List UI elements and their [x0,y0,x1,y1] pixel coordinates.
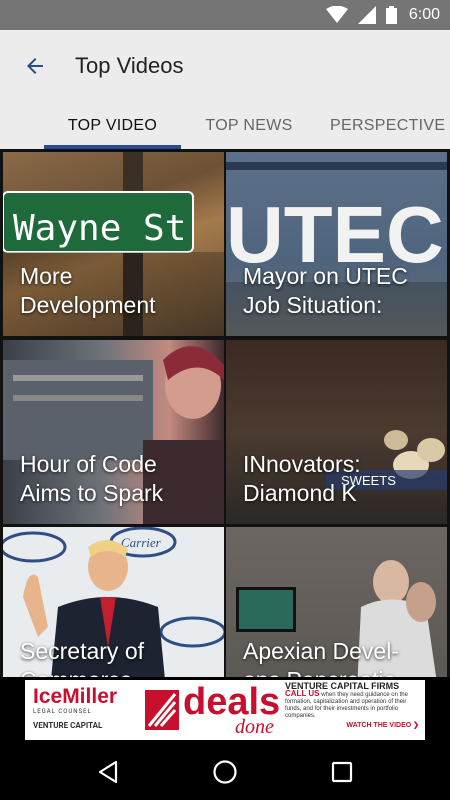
status-time: 6:00 [408,6,440,23]
battery-icon [385,6,397,24]
video-title: Mayor on UTEC Job Situation: [243,263,408,318]
system-nav-bar [0,743,450,800]
ad-content[interactable]: IceMiller LEGAL COUNSEL VENTURE CAPITAL … [25,680,425,740]
ad-cta[interactable]: WATCH THE VIDEO ❯ [285,722,419,729]
tab-top-video[interactable]: TOP VIDEO [44,102,181,150]
nav-home-button[interactable] [200,747,250,797]
cell-signal-icon [357,6,376,24]
nav-recents-button[interactable] [317,747,367,797]
ad-brand-sub: LEGAL COUNSEL [33,708,92,715]
page-title: Top Videos [75,53,184,78]
video-tile[interactable]: UTEC Mayor on UTEC Job Situation: [226,152,447,336]
tab-top-news[interactable]: TOP NEWS [184,102,314,150]
video-tile[interactable]: Wayne St More Development [3,152,224,336]
video-title: Hour of Code Aims to Spark [20,451,164,506]
circle-home-icon [213,759,237,784]
ad-copy: VENTURE CAPITAL FIRMS CALL US when they … [285,682,419,730]
ad-vc-label: VENTURE CAPITAL [33,721,103,730]
video-title: More Development [20,263,156,318]
deals-logo-icon [145,690,179,730]
arrow-back-icon [27,58,43,74]
ad-done-text: done [235,716,274,738]
triangle-back-icon [99,760,118,783]
tab-bar: TOP VIDEO TOP NEWS PERSPECTIVE [0,102,450,150]
ad-brand: IceMiller LEGAL COUNSEL VENTURE CAPITAL [33,685,118,731]
video-grid: Wayne St More Development UTEC Mayor on … [0,152,450,711]
app-bar: Top Videos [0,30,450,102]
ad-banner[interactable]: IceMiller LEGAL COUNSEL VENTURE CAPITAL … [0,677,450,743]
thumbnail-sign-text: Carrier [121,535,162,550]
back-button[interactable] [0,30,70,102]
status-bar: 6:00 [0,0,450,30]
wifi-icon [325,6,348,24]
nav-back-button[interactable] [83,747,133,797]
ad-brand-name: IceMiller [33,685,118,708]
ad-call: CALL US [285,689,320,698]
video-tile[interactable]: Hour of Code Aims to Spark [3,340,224,524]
video-title: INnovators: Diamond K [243,451,361,506]
square-recents-icon [331,761,352,782]
video-tile[interactable]: SWEETS INnovators: Diamond K [226,340,447,524]
thumbnail-sign-text: Wayne St [13,208,186,249]
tab-perspective[interactable]: PERSPECTIVE [330,102,450,150]
